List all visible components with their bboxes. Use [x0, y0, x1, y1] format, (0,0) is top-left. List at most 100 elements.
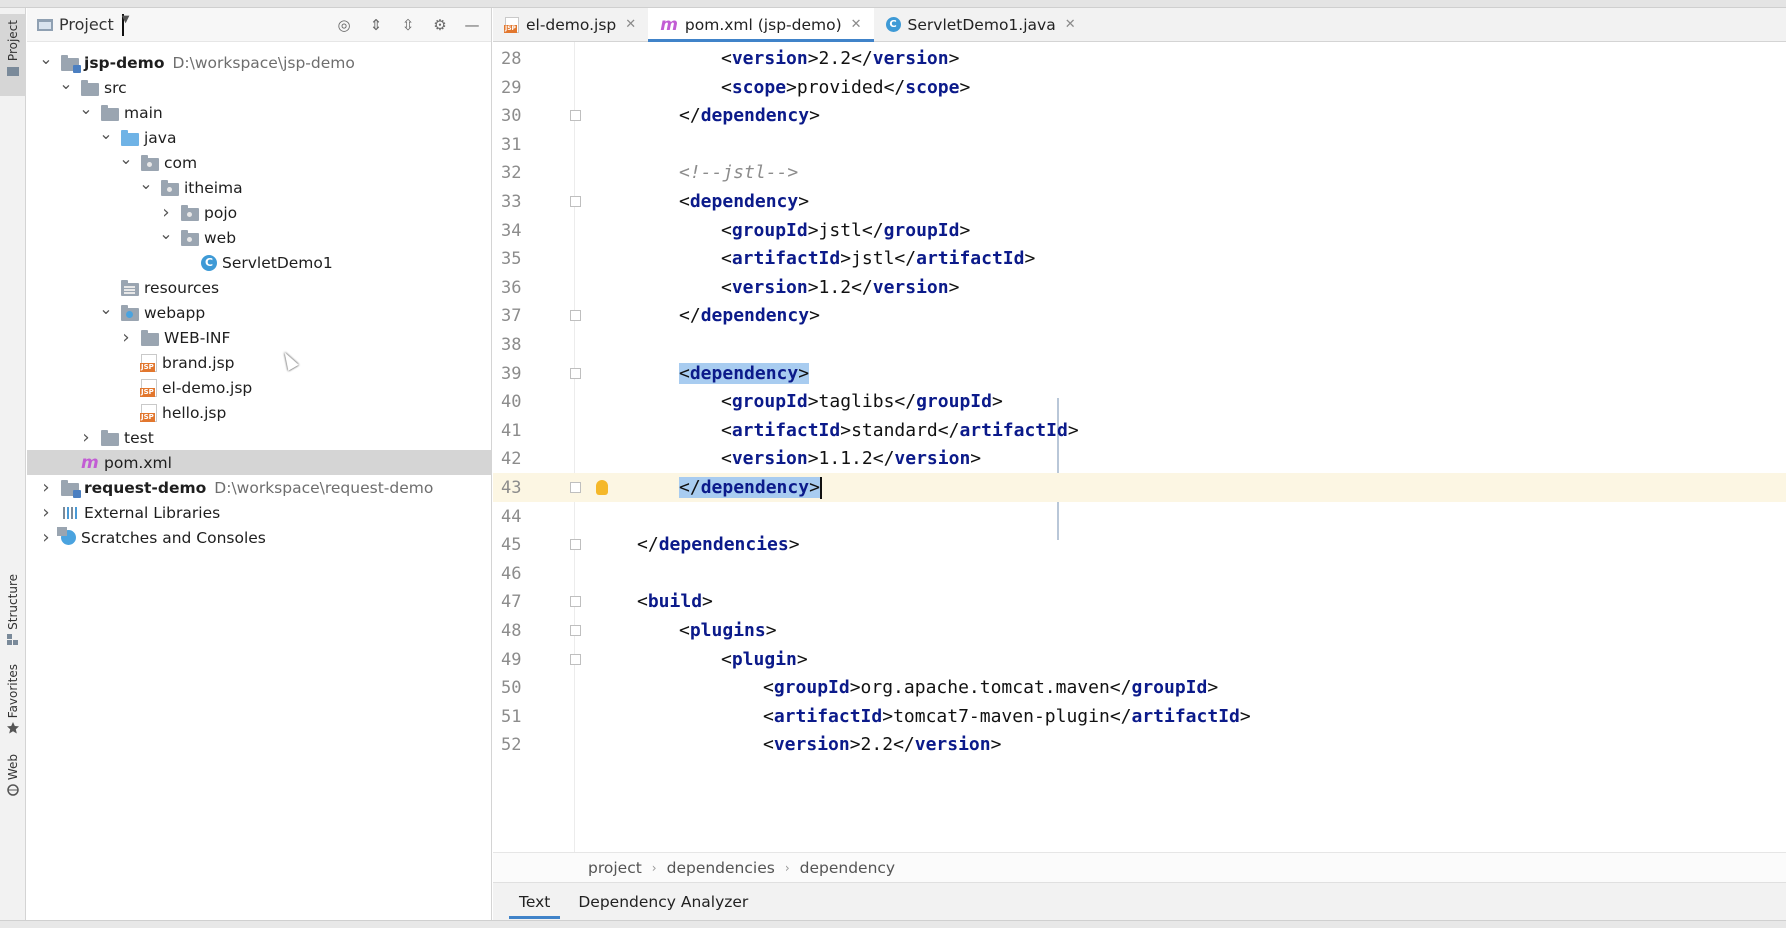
code-line: 28 <version>2.2</version> [493, 44, 1786, 73]
token: < [721, 48, 732, 69]
token: < [721, 277, 732, 298]
fold-marker-icon[interactable] [570, 539, 581, 550]
code-editor[interactable]: 28 <version>2.2</version> 29 <scope>provide… [493, 42, 1786, 852]
code-tokens: <plugin> [721, 649, 808, 670]
tree-item[interactable]: m pom.xml [27, 450, 491, 475]
structure-icon [7, 633, 18, 645]
tree-item[interactable]: el-demo.jsp [27, 375, 491, 400]
token: version [872, 48, 949, 69]
chevron-down-icon[interactable]: ⌄ [79, 99, 93, 118]
token: </ [893, 734, 915, 755]
chevron-right-icon[interactable]: › [39, 527, 53, 548]
tree-item[interactable]: brand.jsp [27, 350, 491, 375]
tree-item-label: WEB-INF [164, 328, 231, 347]
token: scope [905, 77, 960, 98]
fold-marker-icon[interactable] [570, 368, 581, 379]
fold-marker-icon[interactable] [570, 482, 581, 493]
hide-panel-icon[interactable]: — [463, 16, 481, 34]
chevron-down-icon[interactable]: ⌄ [139, 174, 153, 193]
tree-item[interactable]: › WEB-INF [27, 325, 491, 350]
close-icon[interactable]: ✕ [625, 17, 636, 32]
gear-icon[interactable]: ⚙ [431, 16, 449, 34]
code-line: 39 <dependency> [493, 359, 1786, 388]
code-tokens: </dependencies> [637, 534, 800, 555]
tree-item[interactable]: › request-demo D:\workspace\request-demo [27, 475, 491, 500]
code-text: <artifactId>jstl</artifactId> [721, 248, 1035, 269]
close-icon[interactable]: ✕ [1065, 17, 1076, 32]
token: version [731, 277, 808, 298]
expand-all-icon[interactable]: ⇕ [367, 16, 385, 34]
token: > [840, 420, 852, 441]
fold-marker-icon[interactable] [570, 625, 581, 636]
editor-tab[interactable]: el-demo.jsp ✕ [493, 8, 648, 41]
chevron-down-icon[interactable]: ⌄ [119, 149, 133, 168]
tab-dependency-analyzer[interactable]: Dependency Analyzer [564, 885, 762, 919]
lightbulb-icon[interactable] [596, 480, 608, 495]
tree-item[interactable]: › test [27, 425, 491, 450]
tree-item[interactable]: ⌄ java [27, 124, 491, 150]
maven-file-icon: m [660, 14, 678, 35]
breadcrumb-item[interactable]: project [588, 859, 642, 877]
tool-window-favorites[interactable]: Favorites [0, 664, 26, 736]
token: > [807, 277, 819, 298]
chevron-down-icon[interactable]: ⌄ [59, 74, 73, 93]
token: > [809, 476, 820, 498]
token: > [991, 391, 1003, 412]
collapse-all-icon[interactable]: ⇳ [399, 16, 417, 34]
locate-file-icon[interactable]: ◎ [335, 16, 353, 34]
tree-item[interactable]: ⌄ webapp [27, 299, 491, 325]
breadcrumb-item[interactable]: dependency [800, 859, 895, 877]
tree-item[interactable]: hello.jsp [27, 400, 491, 425]
token: < [679, 620, 690, 641]
tree-item[interactable]: › External Libraries [27, 500, 491, 525]
chevron-right-icon[interactable]: › [79, 427, 93, 448]
code-text: <build> [637, 591, 713, 612]
tool-window-structure[interactable]: Structure [0, 574, 26, 646]
breadcrumb-item[interactable]: dependencies [667, 859, 775, 877]
chevron-down-icon[interactable]: ⌄ [99, 299, 113, 318]
fold-marker-icon[interactable] [570, 596, 581, 607]
chevron-right-icon[interactable]: › [159, 202, 173, 223]
editor-tab-label: pom.xml (jsp-demo) [684, 15, 842, 34]
editor-tab[interactable]: C ServletDemo1.java ✕ [874, 8, 1088, 41]
tree-item[interactable]: ⌄ itheima [27, 174, 491, 200]
code-line: 41 <artifactId>standard</artifactId> [493, 416, 1786, 445]
token: groupId [916, 391, 992, 412]
chevron-down-icon[interactable]: ⌄ [99, 124, 113, 143]
fold-marker-icon[interactable] [570, 654, 581, 665]
token: > [796, 649, 808, 670]
chevron-right-icon[interactable]: › [119, 327, 133, 348]
fold-marker-icon[interactable] [570, 196, 581, 207]
editor-tab[interactable]: m pom.xml (jsp-demo) ✕ [648, 8, 874, 42]
token: > [809, 305, 820, 326]
token: </ [679, 105, 701, 126]
chevron-down-icon[interactable]: ▼ [121, 13, 129, 36]
tree-item[interactable]: ⌄ jsp-demo D:\workspace\jsp-demo [27, 49, 491, 75]
fold-marker-icon[interactable] [570, 110, 581, 121]
tree-item[interactable]: ⌄ com [27, 149, 491, 175]
token: > [702, 591, 713, 612]
tool-window-project[interactable]: Project [0, 14, 26, 96]
tool-window-web[interactable]: Web [0, 754, 26, 806]
token: > [807, 48, 819, 69]
close-icon[interactable]: ✕ [851, 17, 862, 32]
tree-item-label: External Libraries [84, 503, 221, 522]
tree-item[interactable]: C ServletDemo1 [27, 250, 491, 275]
folder-icon [81, 79, 99, 96]
chevron-down-icon[interactable]: ⌄ [39, 49, 53, 68]
tree-item[interactable]: ⌄ main [27, 99, 491, 125]
chevron-right-icon[interactable]: › [39, 477, 53, 498]
project-view-selector[interactable]: Project [59, 15, 114, 34]
tree-item[interactable]: resources [27, 275, 491, 300]
tree-item[interactable]: › pojo [27, 200, 491, 225]
chevron-down-icon[interactable]: ⌄ [159, 224, 173, 243]
fold-marker-icon[interactable] [570, 310, 581, 321]
chevron-right-icon[interactable]: › [39, 502, 53, 523]
tab-text[interactable]: Text [505, 885, 564, 919]
tree-item[interactable]: ⌄ web [27, 224, 491, 250]
code-tokens: <plugins> [679, 620, 777, 641]
token: </ [679, 305, 701, 326]
code-tokens: <scope>provided</scope> [721, 77, 970, 98]
tree-item[interactable]: ⌄ src [27, 74, 491, 100]
tree-item[interactable]: › Scratches and Consoles [27, 525, 491, 550]
